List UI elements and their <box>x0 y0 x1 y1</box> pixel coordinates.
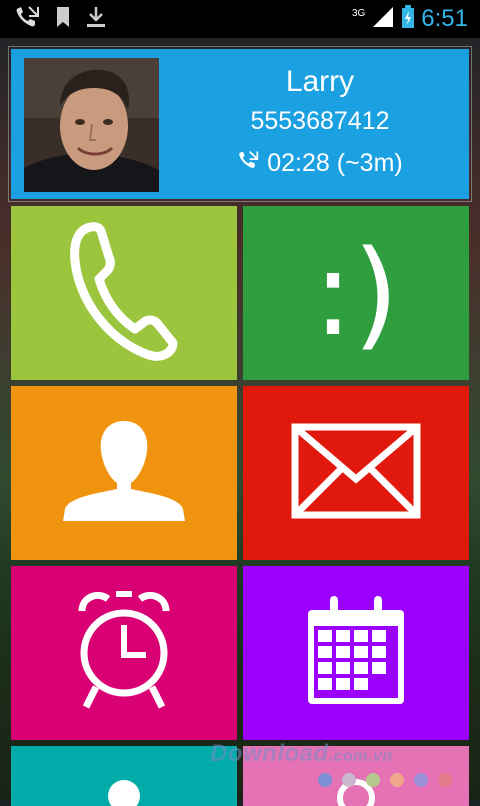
emoticon-label: :) <box>313 224 399 362</box>
call-log-icon <box>237 149 259 178</box>
bookmark-icon <box>56 6 70 33</box>
watermark-dot <box>366 773 380 787</box>
envelope-icon <box>291 423 421 524</box>
watermark-dot <box>342 773 356 787</box>
contact-photo <box>24 58 159 192</box>
calendar-icon <box>306 595 406 711</box>
partial-left-tile[interactable] <box>11 746 237 806</box>
battery-icon <box>401 4 415 34</box>
call-duration: 02:28 (~3m) <box>171 149 469 178</box>
watermark: Download.com.vn <box>210 740 393 768</box>
alarm-tile[interactable] <box>11 566 237 740</box>
calendar-tile[interactable] <box>243 566 469 740</box>
tile-grid: Larry 5553687412 02:28 (~3m) :) <box>0 38 480 806</box>
contact-info: Larry 5553687412 02:28 (~3m) <box>171 49 469 199</box>
network-type-label: 3G <box>351 7 366 19</box>
emoticon-tile[interactable]: :) <box>243 206 469 380</box>
contacts-tile[interactable] <box>11 386 237 560</box>
messages-tile[interactable] <box>243 386 469 560</box>
alarm-clock-icon <box>74 589 174 718</box>
person-icon <box>59 420 189 526</box>
call-duration-text: 02:28 (~3m) <box>267 149 403 177</box>
watermark-suffix: .com.vn <box>328 748 393 765</box>
download-icon <box>86 6 106 33</box>
signal-icon <box>371 6 395 33</box>
watermark-dot <box>318 773 332 787</box>
watermark-text: Download <box>210 740 329 767</box>
person-icon <box>104 746 144 806</box>
phone-icon <box>69 221 179 366</box>
contact-number: 5553687412 <box>250 107 390 135</box>
contact-name: Larry <box>285 65 355 98</box>
watermark-dot <box>414 773 428 787</box>
watermark-dot <box>390 773 404 787</box>
contact-card[interactable]: Larry 5553687412 02:28 (~3m) <box>8 46 472 202</box>
watermark-dot <box>438 773 452 787</box>
watermark-dots <box>318 773 452 787</box>
clock-time: 6:51 <box>421 5 468 32</box>
status-bar: 3G 6:51 <box>0 0 480 38</box>
phone-tile[interactable] <box>11 206 237 380</box>
missed-call-icon <box>14 5 40 34</box>
